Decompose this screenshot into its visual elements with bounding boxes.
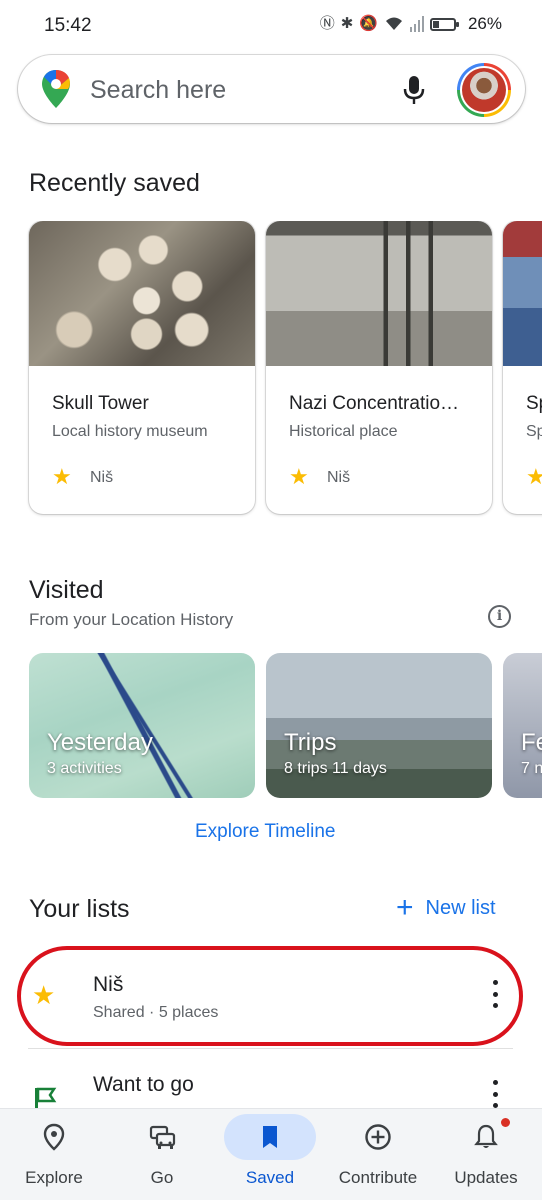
wifi-icon [385, 17, 402, 30]
signal-icon [409, 16, 424, 32]
notification-dot [501, 1118, 510, 1127]
timeline-card-subtitle: 7 n [521, 760, 542, 777]
status-icons: Ⓝ ✱ 🔕 26% [320, 14, 502, 34]
explore-timeline-link[interactable]: Explore Timeline [195, 821, 335, 843]
place-photo [503, 221, 542, 366]
star-icon: ★ [289, 464, 309, 489]
nfc-icon: Ⓝ [319, 15, 335, 32]
place-photo [29, 221, 255, 366]
battery-percent: 26% [467, 14, 502, 33]
nav-updates[interactable]: Updates [432, 1109, 540, 1200]
star-icon: ★ [526, 464, 542, 489]
status-bar: 15:42 Ⓝ ✱ 🔕 26% [0, 0, 542, 52]
recently-saved-carousel[interactable]: Skull Tower Local history museum ★ Niš N… [0, 221, 542, 521]
nav-label: Explore [25, 1168, 83, 1187]
place-list-name: Niš [327, 469, 351, 486]
place-list-name: Niš [90, 469, 114, 486]
more-options-icon[interactable] [488, 1080, 502, 1108]
visited-subtitle: From your Location History [29, 610, 234, 629]
battery-icon [429, 17, 459, 31]
mic-icon[interactable] [403, 75, 425, 105]
bookmark-icon [263, 1126, 277, 1148]
visited-title: Visited [29, 576, 104, 604]
nav-label: Saved [245, 1168, 295, 1187]
timeline-card-subtitle: 3 activities [47, 760, 122, 777]
car-icon [149, 1125, 176, 1149]
place-title: Sp [526, 393, 542, 414]
nav-label: Go [150, 1168, 174, 1187]
timeline-card-title: Fe [521, 729, 542, 756]
search-bar[interactable]: Search here [18, 55, 525, 123]
bluetooth-icon: ✱ [340, 15, 354, 32]
info-icon[interactable]: i [488, 605, 511, 628]
visited-carousel[interactable]: Yesterday 3 activities Trips 8 trips 11 … [0, 653, 542, 798]
recently-saved-title: Recently saved [29, 169, 200, 197]
more-options-icon[interactable] [488, 980, 502, 1008]
timeline-card-title: Trips [284, 729, 337, 756]
timeline-card-subtitle: 8 trips 11 days [284, 760, 387, 777]
new-list-button[interactable]: + New list [396, 891, 496, 924]
timeline-card[interactable]: Yesterday 3 activities [29, 653, 255, 798]
list-item[interactable]: ★ Niš Shared · 5 places [18, 946, 524, 1046]
mute-icon: 🔕 [359, 15, 378, 32]
google-maps-logo-icon [42, 70, 70, 108]
place-title: Nazi Concentratio… [289, 393, 460, 414]
place-card[interactable]: Sp Sp ★ [503, 221, 542, 514]
avatar[interactable] [457, 63, 511, 117]
place-card[interactable]: Skull Tower Local history museum ★ Niš [29, 221, 255, 514]
place-category: Sp [526, 423, 542, 440]
status-time: 15:42 [44, 15, 92, 36]
your-lists-title: Your lists [29, 895, 130, 923]
list-title: Want to go [93, 1073, 194, 1096]
place-category: Local history museum [52, 423, 208, 440]
nav-explore[interactable]: Explore [0, 1109, 108, 1200]
place-category: Historical place [289, 423, 398, 440]
timeline-card-title: Yesterday [47, 729, 153, 756]
bottom-navigation: Explore Go Saved Contribute Updates [0, 1108, 542, 1200]
star-icon: ★ [32, 980, 56, 1010]
add-circle-icon [365, 1124, 391, 1150]
location-pin-icon [43, 1123, 65, 1151]
nav-go[interactable]: Go [108, 1109, 216, 1200]
new-list-label: New list [425, 896, 496, 919]
plus-icon: + [396, 891, 414, 924]
timeline-card[interactable]: Fe 7 n [503, 653, 542, 798]
place-photo [266, 221, 492, 366]
nav-label: Contribute [338, 1168, 418, 1187]
place-card[interactable]: Nazi Concentratio… Historical place ★ Ni… [266, 221, 492, 514]
search-input[interactable]: Search here [90, 76, 226, 105]
list-subtitle: Shared · 5 places [93, 1004, 219, 1021]
list-title: Niš [93, 973, 124, 996]
timeline-card[interactable]: Trips 8 trips 11 days [266, 653, 492, 798]
star-icon: ★ [52, 464, 72, 489]
bell-icon [474, 1124, 498, 1148]
nav-contribute[interactable]: Contribute [324, 1109, 432, 1200]
nav-label: Updates [454, 1168, 518, 1187]
place-title: Skull Tower [52, 393, 149, 414]
nav-saved[interactable]: Saved [216, 1109, 324, 1200]
